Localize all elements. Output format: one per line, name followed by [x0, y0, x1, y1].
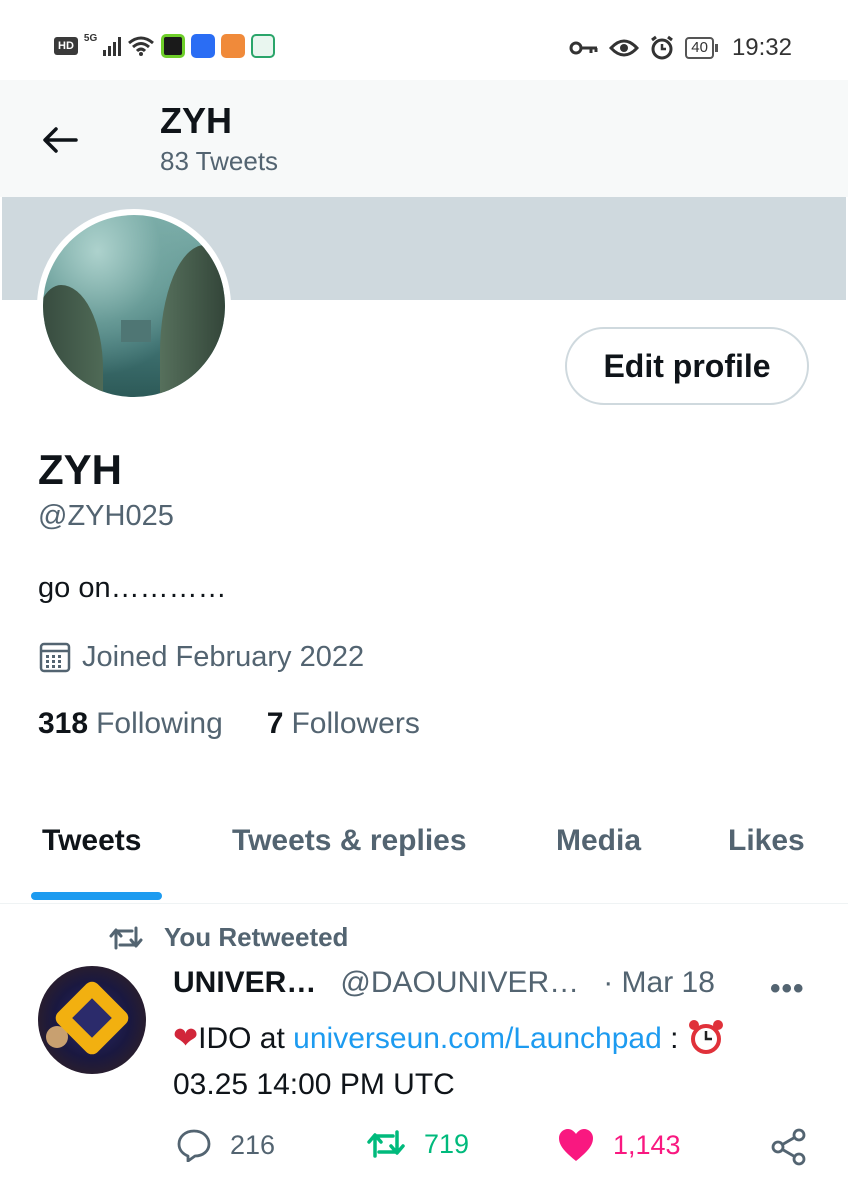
- followers-link[interactable]: 7 Followers: [267, 707, 420, 741]
- app-notification-icon: [221, 34, 246, 58]
- app-notification-icon: [251, 34, 276, 58]
- retweet-icon: [109, 926, 143, 949]
- app-notification-icon: [191, 34, 216, 58]
- reply-button[interactable]: 216: [176, 1128, 275, 1162]
- share-icon: [771, 1128, 806, 1166]
- edit-profile-button[interactable]: Edit profile: [565, 327, 809, 405]
- alarm-clock-icon: [688, 1020, 723, 1054]
- status-left: HD 5G: [54, 32, 276, 58]
- tab-likes[interactable]: Likes: [728, 824, 805, 858]
- tweet-author-avatar[interactable]: [38, 966, 146, 1074]
- followers-label: Followers: [291, 707, 420, 740]
- tweet-link[interactable]: universeun.com/Launchpad: [293, 1022, 662, 1055]
- profile-header: ZYH 83 Tweets: [0, 80, 848, 197]
- active-tab-indicator: [31, 892, 162, 900]
- following-label: Following: [96, 707, 223, 740]
- like-button[interactable]: 1,143: [557, 1128, 681, 1162]
- network-type: 5G: [83, 32, 98, 44]
- back-button[interactable]: [40, 120, 80, 160]
- tab-tweets-replies[interactable]: Tweets & replies: [232, 824, 467, 858]
- avatar-image: [43, 215, 225, 397]
- retweeted-label: You Retweeted: [164, 922, 349, 952]
- status-right: 40 19:32: [569, 34, 792, 62]
- alarm-icon: [651, 35, 674, 60]
- followers-count: 7: [266, 707, 284, 740]
- header-title: ZYH: [160, 100, 232, 141]
- tweet-header: UNIVER… @DAOUNIVER… · Mar 18: [173, 966, 715, 1000]
- arrow-left-icon: [43, 127, 78, 153]
- following-link[interactable]: 318 Following: [38, 707, 223, 741]
- eye-icon: [609, 39, 640, 57]
- profile-tabs: Tweets Tweets & replies Media Likes: [0, 800, 848, 904]
- tweet-text-suffix: :: [661, 1022, 687, 1055]
- tweet-actions: 216 719 1,143: [0, 1128, 848, 1178]
- reply-icon: [177, 1129, 211, 1162]
- hd-indicator: HD: [54, 37, 78, 55]
- retweet-count: 719: [424, 1128, 470, 1159]
- heart-icon: [559, 1129, 593, 1161]
- battery-indicator: 40: [685, 37, 718, 59]
- tweet-text-line2: 03.25 14:00 PM UTC: [173, 1068, 455, 1101]
- retweet-icon: [367, 1130, 405, 1158]
- profile-bio: go on…………: [38, 572, 227, 604]
- share-button[interactable]: [770, 1128, 808, 1166]
- signal-icon: [103, 36, 122, 56]
- profile-name: ZYH: [38, 446, 122, 493]
- key-icon: [569, 41, 598, 55]
- profile-avatar[interactable]: [37, 209, 231, 403]
- clock: 19:32: [731, 34, 792, 61]
- calendar-icon: [39, 642, 71, 673]
- joined-date: Joined February 2022: [82, 640, 365, 673]
- header-tweet-count: 83 Tweets: [160, 146, 279, 176]
- tweet-date[interactable]: · Mar 18: [603, 966, 715, 1000]
- status-bar: HD 5G 40 19:32: [0, 0, 848, 80]
- wifi-icon: [128, 36, 155, 56]
- profile-stats: 318 Following 7 Followers: [38, 707, 420, 741]
- like-count: 1,143: [613, 1129, 681, 1160]
- reply-count: 216: [230, 1129, 276, 1160]
- tab-media[interactable]: Media: [556, 824, 641, 858]
- red-heart-icon: ❤: [173, 1022, 199, 1055]
- tab-tweets[interactable]: Tweets: [42, 824, 141, 858]
- tweet-text-prefix: IDO at: [198, 1022, 294, 1055]
- profile-handle: @ZYH025: [38, 500, 174, 532]
- profile-joined: Joined February 2022: [38, 640, 364, 674]
- tweet-author-name[interactable]: UNIVER…: [173, 966, 316, 1000]
- tweet-author-handle[interactable]: @DAOUNIVER…: [340, 966, 579, 1000]
- more-options-icon[interactable]: •••: [770, 972, 805, 1006]
- tweet-body: ❤IDO at universeun.com/Launchpad : 03.25…: [173, 1016, 813, 1108]
- retweet-context: You Retweeted: [108, 922, 348, 953]
- following-count: 318: [38, 707, 89, 740]
- app-notification-icon: [161, 34, 186, 58]
- retweet-button[interactable]: 719: [366, 1128, 469, 1160]
